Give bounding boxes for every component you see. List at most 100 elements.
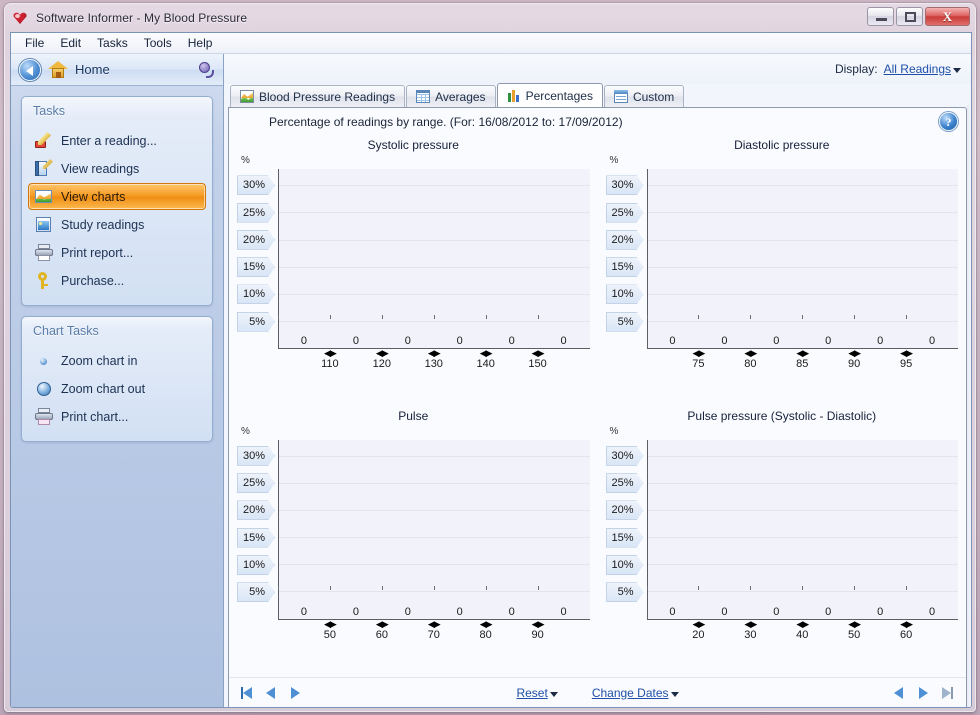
- range-arrows-icon: ◀▶: [427, 618, 441, 629]
- reset-link[interactable]: Reset: [516, 686, 558, 700]
- left-nav-group: [241, 686, 303, 700]
- minor-tick: [329, 585, 331, 590]
- x-axis-tick-label: 90: [848, 358, 861, 370]
- sidebar-item-print-chart[interactable]: Print chart...: [28, 403, 206, 430]
- x-axis-tick-label: 30: [744, 628, 757, 641]
- next-range-button[interactable]: [915, 686, 931, 700]
- gridline: [279, 564, 590, 566]
- range-arrows-icon: ◀▶: [900, 348, 913, 358]
- vertical-scrollbar[interactable]: [967, 105, 971, 707]
- x-axis-tick-label: 50: [848, 628, 861, 641]
- gridline: [647, 482, 958, 484]
- x-axis-range-handle[interactable]: ◀▶ 120: [373, 349, 391, 371]
- tab-blood-pressure-readings[interactable]: Blood Pressure Readings: [230, 85, 406, 107]
- y-axis-tick: 5%: [237, 311, 275, 332]
- x-axis-range-handle[interactable]: ◀▶ 50: [848, 619, 861, 641]
- x-axis-range-handle[interactable]: ◀▶ 90: [531, 619, 544, 641]
- window-title: Software Informer - My Blood Pressure: [36, 11, 248, 25]
- gridline: [279, 482, 590, 484]
- prev-range-button[interactable]: [892, 686, 908, 700]
- x-axis-range-handle[interactable]: ◀▶ 130: [424, 349, 443, 371]
- chart-title: Systolic pressure: [367, 138, 459, 152]
- grid-icon: [416, 90, 431, 103]
- sidebar-item-purchase[interactable]: Purchase...: [28, 267, 206, 294]
- sidebar-item-zoom-chart-out[interactable]: Zoom chart out: [28, 375, 206, 402]
- x-axis: ◀▶ 75 ◀▶ 80 ◀▶ 85 ◀▶ 90 ◀▶ 95: [647, 348, 959, 371]
- first-page-button[interactable]: [241, 686, 257, 700]
- minor-tick: [537, 315, 539, 319]
- y-axis-tick: 20%: [237, 229, 275, 250]
- sidebar-navbar: Home: [11, 54, 223, 86]
- x-axis-range-handle[interactable]: ◀▶ 85: [796, 348, 809, 371]
- plot-area: [646, 439, 958, 620]
- x-axis-range-handle[interactable]: ◀▶ 95: [900, 348, 913, 371]
- prev-page-button[interactable]: [264, 686, 280, 700]
- gridline: [279, 239, 590, 241]
- close-button[interactable]: X: [925, 7, 970, 26]
- sidebar-item-enter-a-reading[interactable]: Enter a reading...: [28, 127, 206, 154]
- bar-value-label: 0: [300, 335, 308, 347]
- y-axis-tick: 20%: [237, 500, 275, 521]
- x-axis-range-handle[interactable]: ◀▶ 30: [744, 619, 757, 641]
- plug-icon[interactable]: [197, 61, 215, 79]
- minor-tick: [278, 315, 279, 319]
- menu-help[interactable]: Help: [180, 34, 221, 52]
- x-axis-tick-label: 110: [321, 358, 339, 370]
- gridline: [279, 185, 590, 187]
- x-axis-range-handle[interactable]: ◀▶ 60: [900, 619, 913, 641]
- key-icon: [35, 272, 53, 289]
- minor-tick: [278, 585, 279, 590]
- plot-area: [278, 169, 590, 349]
- help-icon[interactable]: ?: [939, 112, 958, 131]
- x-axis-range-handle[interactable]: ◀▶ 60: [376, 619, 389, 641]
- tab-label: Percentages: [525, 88, 593, 103]
- sidebar-item-study-readings[interactable]: Study readings: [28, 211, 206, 238]
- range-arrows-icon: ◀▶: [796, 348, 809, 358]
- minimize-button[interactable]: [867, 7, 894, 26]
- x-axis-tick-label: 40: [796, 628, 809, 641]
- tab-custom[interactable]: Custom: [603, 85, 685, 107]
- gridline: [647, 239, 958, 241]
- next-page-button[interactable]: [287, 686, 303, 700]
- y-axis-unit: %: [609, 155, 619, 166]
- y-axis-tick: 25%: [237, 473, 275, 494]
- sidebar-item-view-charts[interactable]: View charts: [28, 183, 206, 210]
- last-range-button[interactable]: [938, 686, 954, 700]
- x-axis-tick-label: 130: [424, 358, 443, 370]
- x-axis-range-handle[interactable]: ◀▶ 20: [692, 619, 705, 641]
- charts-grid: Systolic pressure % 30% 25% 20% 15% 10% 5% 0 0 0 0…: [229, 136, 966, 677]
- maximize-button[interactable]: [896, 7, 923, 26]
- display-value-dropdown[interactable]: All Readings: [884, 62, 961, 76]
- sidebar-item-label: View charts: [61, 189, 126, 204]
- x-axis-range-handle[interactable]: ◀▶ 80: [744, 349, 757, 371]
- x-axis-range-handle[interactable]: ◀▶ 40: [796, 619, 809, 641]
- x-axis-range-handle[interactable]: ◀▶ 80: [480, 619, 493, 641]
- x-axis-range-handle[interactable]: ◀▶ 90: [848, 349, 861, 371]
- menu-file[interactable]: File: [17, 34, 52, 52]
- sidebar-item-zoom-chart-in[interactable]: Zoom chart in: [28, 347, 206, 374]
- sidebar-item-label: View readings: [61, 161, 140, 176]
- menu-tools[interactable]: Tools: [136, 34, 180, 52]
- x-axis-range-handle[interactable]: ◀▶ 140: [476, 349, 494, 371]
- sidebar-item-print-report[interactable]: Print report...: [28, 239, 206, 266]
- x-axis-range-handle[interactable]: ◀▶ 150: [528, 349, 546, 371]
- title-bar: Software Informer - My Blood Pressure X: [5, 4, 975, 32]
- change-dates-link[interactable]: Change Dates: [592, 686, 679, 700]
- menu-edit[interactable]: Edit: [52, 34, 89, 52]
- tab-strip: Blood Pressure Readings Averages Percent…: [224, 83, 971, 107]
- bar-value-label: 0: [721, 605, 728, 618]
- minor-tick: [433, 585, 435, 590]
- x-axis-range-handle[interactable]: ◀▶ 75: [692, 349, 705, 371]
- range-arrows-icon: ◀▶: [323, 348, 337, 358]
- home-label[interactable]: Home: [75, 62, 190, 77]
- x-axis-range-handle[interactable]: ◀▶ 110: [321, 348, 339, 371]
- x-axis-range-handle[interactable]: ◀▶ 70: [427, 618, 441, 641]
- back-button[interactable]: [19, 58, 41, 81]
- x-axis-range-handle[interactable]: ◀▶ 50: [324, 619, 337, 641]
- tab-averages[interactable]: Averages: [406, 85, 496, 107]
- sidebar-item-view-readings[interactable]: View readings: [28, 155, 206, 182]
- tab-percentages[interactable]: Percentages: [496, 83, 603, 107]
- study-icon: [35, 216, 53, 233]
- y-axis-tick: 10%: [237, 284, 275, 305]
- menu-tasks[interactable]: Tasks: [89, 34, 136, 52]
